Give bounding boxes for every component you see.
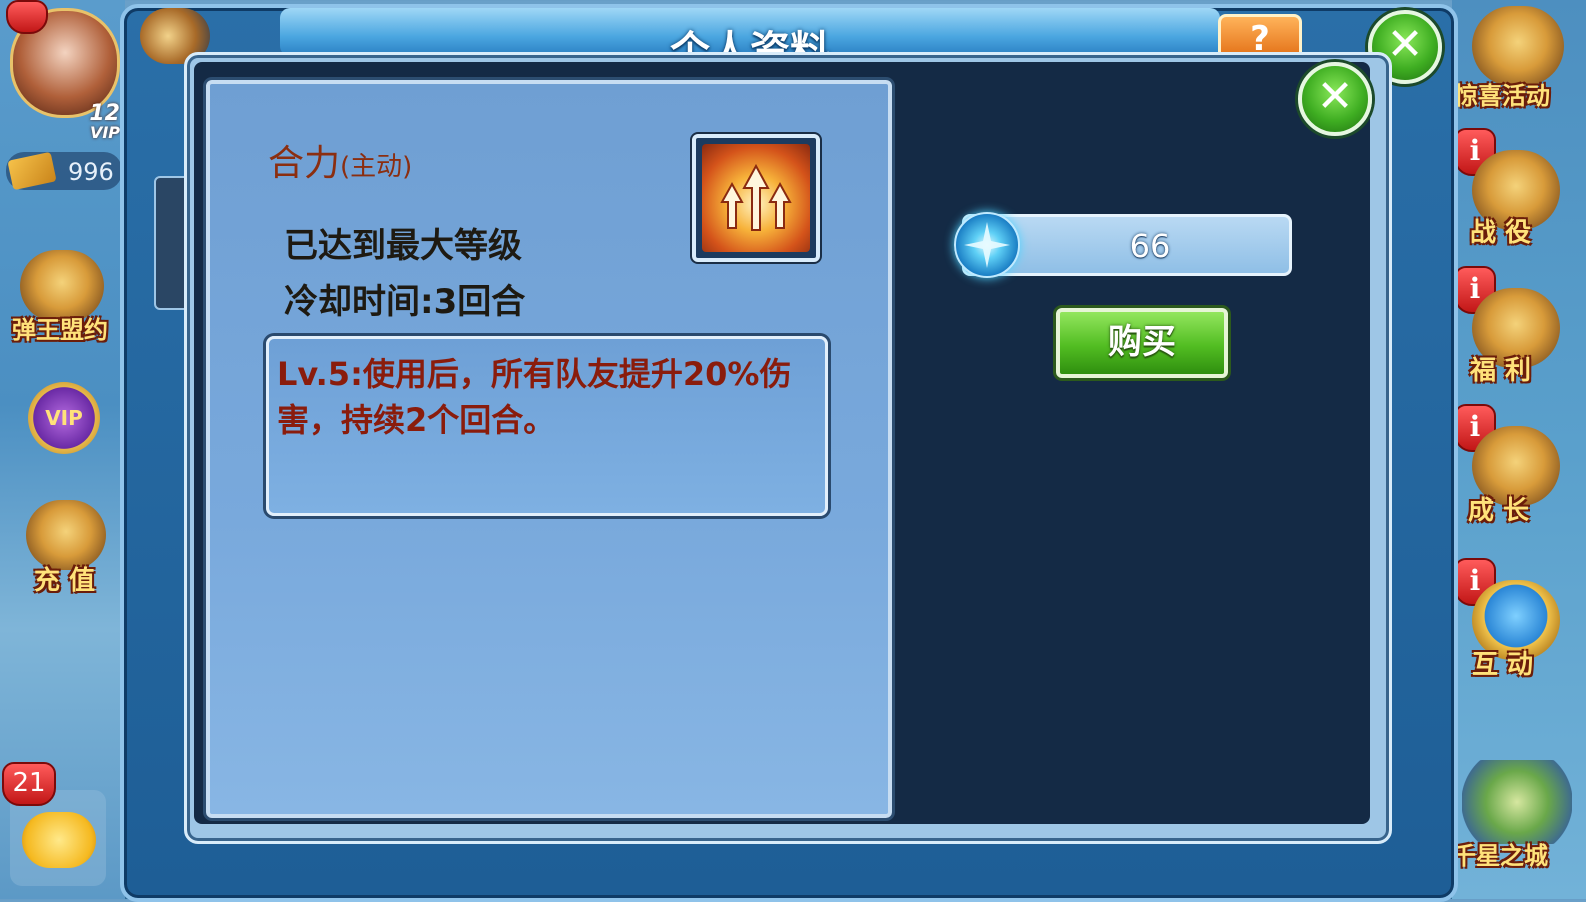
treasure-icon (1472, 6, 1564, 86)
window-title-bar: 个人资料 (280, 8, 1220, 74)
vip-button[interactable]: VIP (14, 372, 114, 468)
campaign-button[interactable]: i 战 役 (1452, 128, 1586, 248)
skill-level-status: 已达到最大等级 (284, 226, 522, 266)
league-label: 弹王盟约 (12, 316, 108, 344)
growth-label: 成 长 (1468, 496, 1530, 526)
city-icon (1462, 760, 1572, 844)
vip-level-badge: 12 VIP (76, 101, 120, 144)
league-button[interactable]: 弹王盟约 (10, 250, 120, 346)
vip-level-number: 12 (89, 101, 120, 126)
welfare-label: 福 利 (1470, 356, 1532, 386)
blue-gem-icon (954, 212, 1020, 278)
skill-type: (主动) (340, 152, 413, 182)
chat-bubble-icon (22, 812, 96, 868)
vip-level-label: VIP (89, 123, 120, 142)
interact-button[interactable]: i 互 动 (1452, 558, 1586, 680)
triple-arrow-swirl-icon (702, 144, 810, 252)
close-icon: ✕ (1316, 71, 1354, 122)
interact-label: 互 动 (1472, 650, 1534, 680)
buy-button[interactable]: 购买 (1056, 308, 1228, 378)
star-city-button[interactable]: 千星之城 (1452, 760, 1586, 886)
skill-description-box: Lv.5:使用后，所有队友提升20%伤害，持续2个回合。 (266, 336, 828, 516)
currency-display: 996 (6, 151, 122, 191)
skill-name: 合力 (268, 143, 341, 184)
gem-count: 66 (1129, 227, 1171, 265)
coupon-icon (7, 151, 57, 191)
growth-button[interactable]: i 成 长 (1452, 404, 1586, 526)
star-city-label: 千星之城 (1452, 842, 1548, 870)
surprise-event-button[interactable]: 惊喜活动 (1452, 6, 1586, 112)
chat-count-badge: 21 (2, 762, 56, 806)
notification-badge (6, 0, 48, 34)
recharge-button[interactable]: 充 值 (16, 500, 120, 596)
vip-badge-icon: VIP (28, 382, 100, 454)
recharge-label: 充 值 (34, 566, 96, 596)
campaign-label: 战 役 (1470, 218, 1532, 248)
skill-name-line: 合力(主动) (268, 134, 412, 186)
currency-value: 996 (68, 158, 114, 186)
skill-cooldown: 冷却时间:3回合 (284, 282, 526, 322)
welfare-button[interactable]: i 福 利 (1452, 266, 1586, 386)
close-icon: ✕ (1386, 19, 1424, 70)
left-sidebar: 12 VIP 996 弹王盟约 VIP 充 值 21 (0, 0, 125, 899)
right-sidebar: 惊喜活动 i 战 役 i 福 利 i 成 长 i 互 动 千星之城 (1452, 0, 1586, 899)
surprise-event-label: 惊喜活动 (1454, 82, 1550, 110)
skill-icon-frame (692, 134, 820, 262)
popup-close-button[interactable]: ✕ (1298, 62, 1372, 136)
skill-description: Lv.5:使用后，所有队友提升20%伤害，持续2个回合。 (277, 355, 792, 439)
